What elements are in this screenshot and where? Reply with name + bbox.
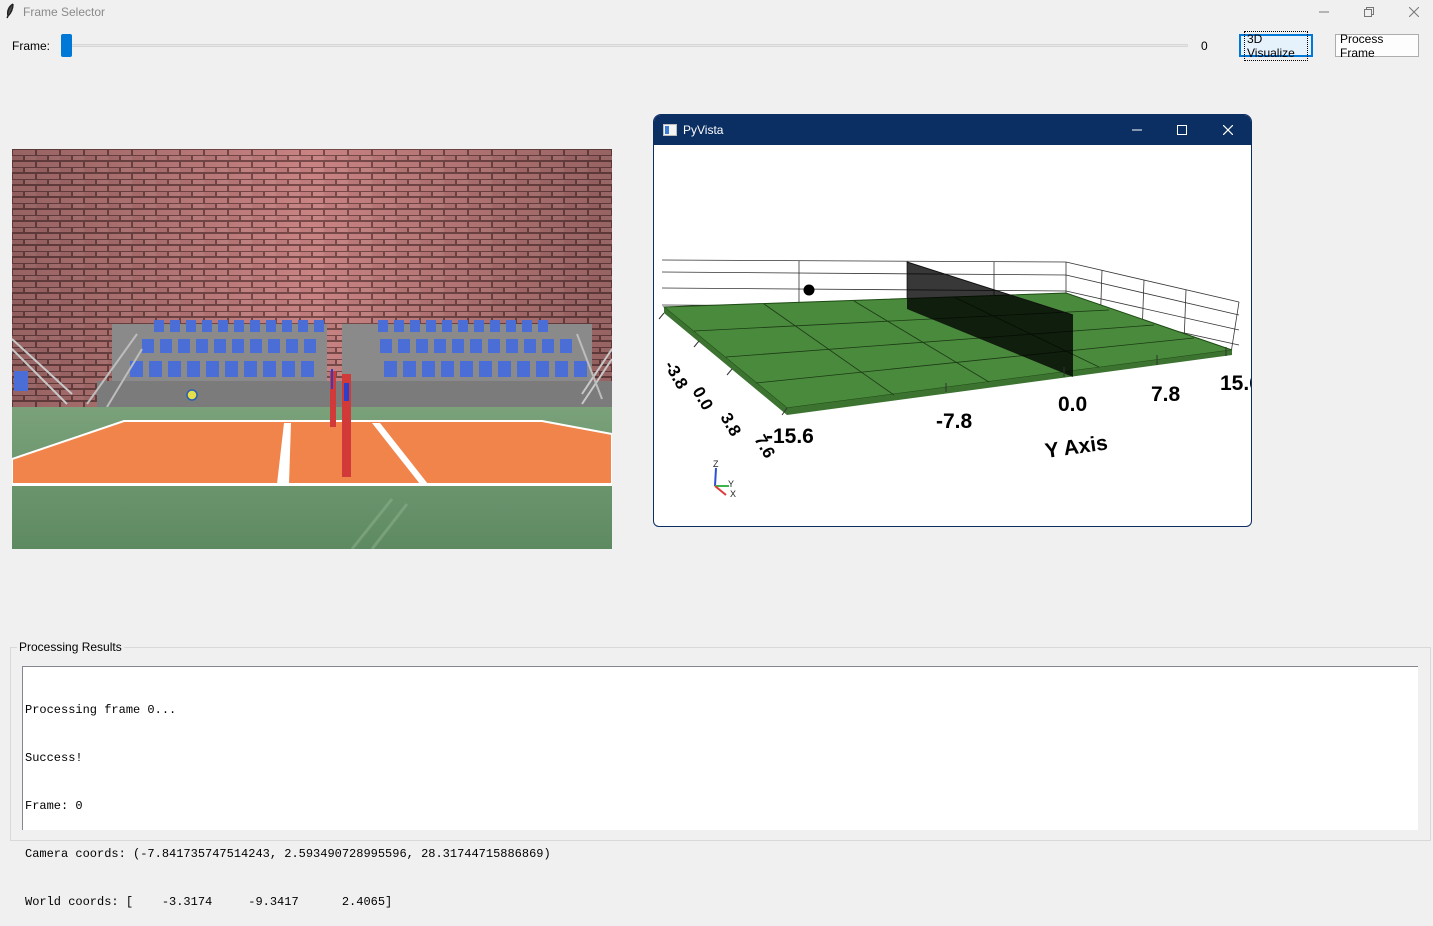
feather-icon <box>6 3 14 19</box>
frame-image <box>12 149 612 549</box>
y-tick-1: -7.8 <box>936 410 973 433</box>
restore-button[interactable] <box>1346 0 1392 23</box>
result-line: Camera coords: (-7.841735747514243, 2.59… <box>25 847 551 861</box>
3d-visualize-button[interactable]: 3D Visualize <box>1239 30 1313 61</box>
orientation-z-label: Z <box>713 459 719 469</box>
pyvista-close-button[interactable] <box>1205 115 1251 145</box>
volleyball <box>186 389 198 401</box>
x-tick-0: -3.8 <box>661 358 692 393</box>
window-titlebar: Frame Selector <box>0 0 1433 23</box>
x-tick-1: 0.0 <box>689 384 717 414</box>
minimize-button[interactable] <box>1301 0 1347 23</box>
result-line: World coords: [ -3.3174 -9.3417 2.4065] <box>25 895 393 909</box>
x-tick-2: 3.8 <box>717 410 745 440</box>
result-line: Success! <box>25 751 83 765</box>
court-surface <box>12 420 612 485</box>
maximize-icon <box>1177 125 1187 135</box>
process-frame-button[interactable]: Process Frame <box>1335 31 1419 60</box>
result-line: Processing frame 0... <box>25 703 177 717</box>
ball-point <box>803 284 815 296</box>
pyvista-maximize-button[interactable] <box>1159 115 1205 145</box>
close-icon <box>1223 125 1233 135</box>
3d-visualize-label: 3D Visualize <box>1244 30 1308 61</box>
pyvista-window: PyVista -3.8 0.0 3.8 7.6 -15.6 -7.8 0.0 … <box>653 114 1252 527</box>
pyvista-titlebar: PyVista <box>654 115 1251 145</box>
minimize-icon <box>1319 11 1329 12</box>
y-tick-3: 7.8 <box>1151 383 1181 406</box>
frame-value: 0 <box>1201 39 1208 53</box>
frame-slider-track[interactable] <box>62 44 1188 47</box>
pyvista-title: PyVista <box>683 123 724 137</box>
close-button[interactable] <box>1391 0 1433 23</box>
results-textbox[interactable]: Processing frame 0... Success! Frame: 0 … <box>22 666 1418 909</box>
close-icon <box>1409 6 1419 17</box>
frame-label: Frame: <box>12 39 51 53</box>
y-tick-4: 15.6 <box>1220 372 1251 395</box>
restore-icon <box>1364 6 1374 17</box>
window-title: Frame Selector <box>23 5 106 19</box>
processing-results-legend: Processing Results <box>17 640 124 654</box>
y-axis-label: Y Axis <box>1043 431 1109 463</box>
orientation-axes-widget: Z Y X <box>713 459 736 499</box>
y-tick-2: 0.0 <box>1058 393 1087 416</box>
pyvista-3d-view[interactable]: -3.8 0.0 3.8 7.6 -15.6 -7.8 0.0 7.8 15.6… <box>654 145 1251 526</box>
pyvista-app-icon <box>663 124 677 136</box>
minimize-icon <box>1132 129 1142 131</box>
frame-slider-thumb[interactable] <box>61 34 72 57</box>
result-line: Frame: 0 <box>25 799 83 813</box>
y-tick-0: -15.6 <box>766 425 814 448</box>
pyvista-minimize-button[interactable] <box>1114 115 1160 145</box>
orientation-y-label: Y <box>728 479 734 489</box>
process-frame-label: Process Frame <box>1340 31 1384 60</box>
orientation-x-label: X <box>730 489 736 499</box>
